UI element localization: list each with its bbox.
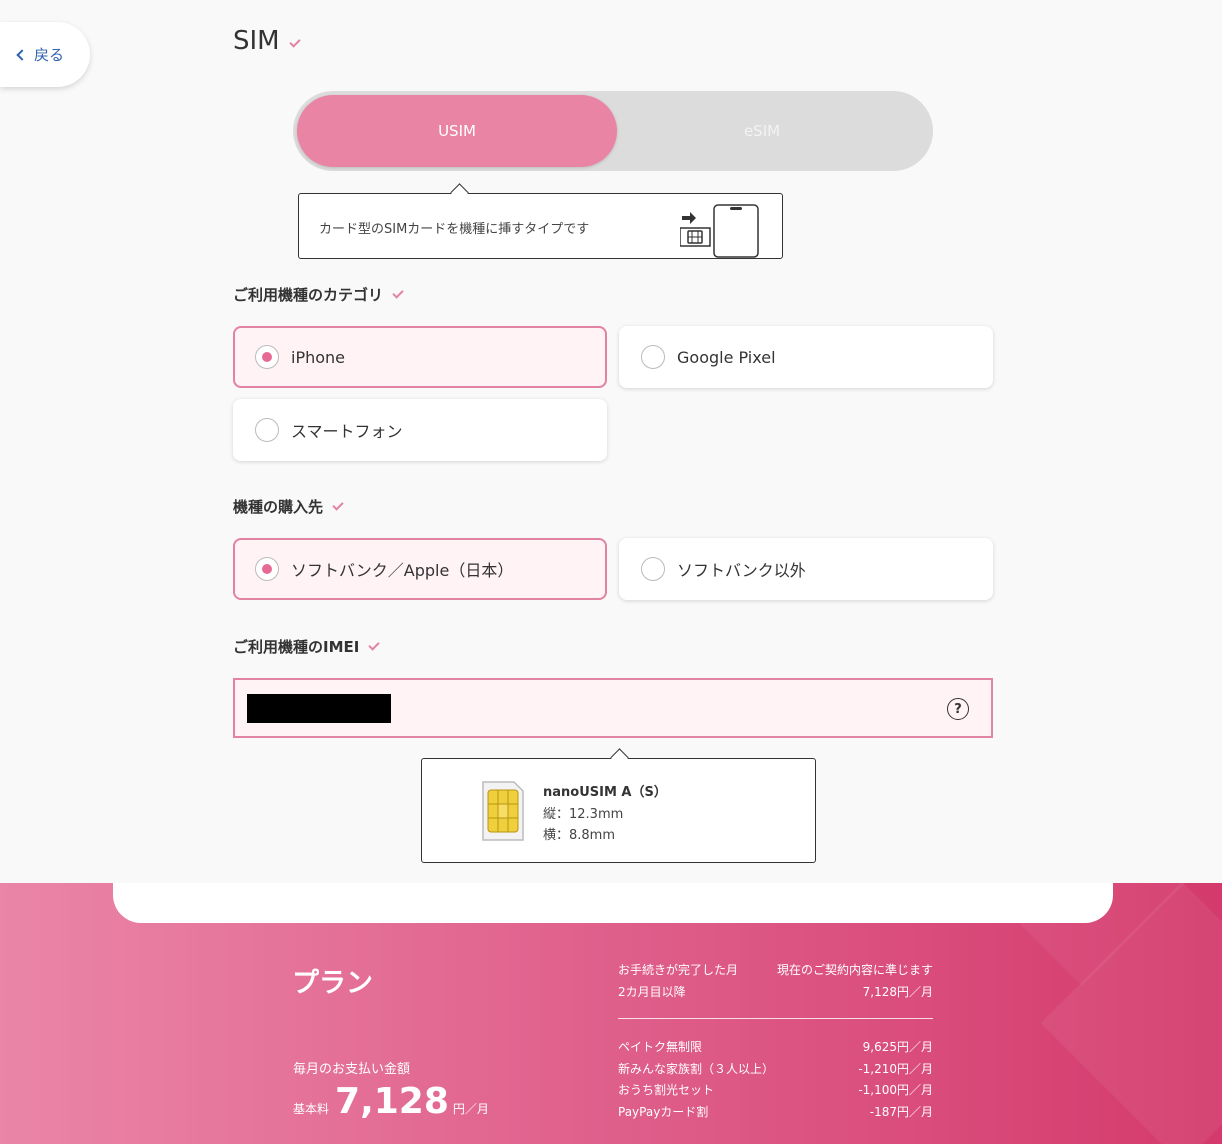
radio-icon [255,418,279,442]
fee-row-value: -187円／月 [869,1105,933,1119]
fee-row-label: PayPayカード割 [618,1105,709,1119]
base-fee-unit: 円／月 [452,1102,489,1116]
radio-icon [641,345,665,369]
sim-insert-phone-icon [680,204,759,258]
check-icon [392,287,404,299]
fee-row-label: 新みんな家族割（３人以上） [618,1062,775,1076]
purchase-option-other[interactable]: ソフトバンク以外 [619,538,993,600]
fee-row-value: 現在のご契約内容に準じます [776,963,933,977]
fee-row: PayPayカード割 -187円／月 [618,1103,933,1120]
category-label: ご利用機種のカテゴリ [233,284,404,305]
category-option-iphone[interactable]: iPhone [233,326,607,388]
fee-row-value: -1,210円／月 [858,1062,933,1076]
purchase-label: 機種の購入先 [233,496,344,517]
usim-description: カード型のSIMカードを機種に挿すタイプです [319,222,590,237]
category-option-smartphone[interactable]: スマートフォン [233,399,607,461]
back-button[interactable]: 戻る [0,22,90,87]
fee-row: 2カ月目以降 7,128円／月 [618,983,933,1000]
radio-icon [641,557,665,581]
fee-row-label: ペイトク無制限 [618,1040,703,1054]
fee-row-value: 9,625円／月 [862,1040,933,1054]
category-option-google-pixel[interactable]: Google Pixel [619,326,993,388]
option-label: Google Pixel [677,347,776,367]
fee-row: おうち割光セット -1,100円／月 [618,1081,933,1098]
fee-row: 新みんな家族割（３人以上） -1,210円／月 [618,1060,933,1077]
usim-description-tooltip: カード型のSIMカードを機種に挿すタイプです [298,193,783,259]
option-label: iPhone [291,347,346,367]
content-panel-edge [113,883,1113,923]
esim-toggle-option[interactable]: eSIM [607,95,917,167]
fee-row-label: お手続きが完了した月 [618,963,739,977]
sim-card-name: nanoUSIM A（S） [543,785,667,800]
redacted-value [247,694,391,723]
sim-card-icon [482,781,524,841]
imei-input[interactable]: ? [233,678,993,738]
chevron-left-icon [16,48,28,61]
check-icon [332,499,344,511]
sim-title-text: SIM [233,26,280,56]
fee-row-label: おうち割光セット [618,1083,715,1097]
radio-selected-icon [255,345,279,369]
usim-toggle-option[interactable]: USIM [297,95,617,167]
fee-row-value: -1,100円／月 [858,1083,933,1097]
purchase-option-softbank-apple[interactable]: ソフトバンク／Apple（日本） [233,538,607,600]
option-label: スマートフォン [291,422,403,441]
base-fee-amount: 7,128 [335,1081,449,1122]
imei-label: ご利用機種のIMEI [233,636,381,657]
fee-row: ペイトク無制限 9,625円／月 [618,1038,933,1055]
monthly-payment-label: 毎月のお支払い金額 [293,1062,411,1077]
purchase-label-text: 機種の購入先 [233,498,324,516]
check-icon [368,639,381,651]
fee-row-label: 2カ月目以降 [618,985,686,999]
fee-row: お手続きが完了した月 現在のご契約内容に準じます [618,961,933,978]
option-label: ソフトバンク以外 [677,561,806,580]
radio-selected-icon [255,557,279,581]
base-fee: 基本料 7,128 円／月 [293,1081,489,1122]
sim-type-toggle: USIM eSIM [293,91,933,171]
sim-card-height: 縦：12.3mm [543,807,624,822]
help-icon[interactable]: ? [947,698,969,720]
imei-label-text: ご利用機種のIMEI [233,638,360,656]
check-icon [288,36,301,48]
plan-title: プラン [292,968,373,999]
sim-card-tooltip: nanoUSIM A（S） 縦：12.3mm 横：8.8mm [421,758,816,863]
base-fee-label: 基本料 [293,1102,330,1116]
fee-row-value: 7,128円／月 [862,985,933,999]
category-label-text: ご利用機種のカテゴリ [233,286,384,304]
plan-summary-footer: プラン 毎月のお支払い金額 基本料 7,128 円／月 お手続きが完了した月 現… [0,883,1222,1144]
back-label: 戻る [34,46,65,64]
sim-card-width: 横：8.8mm [543,828,616,843]
sim-section-title: SIM [233,26,301,56]
option-label: ソフトバンク／Apple（日本） [291,561,514,580]
divider [618,1018,933,1019]
